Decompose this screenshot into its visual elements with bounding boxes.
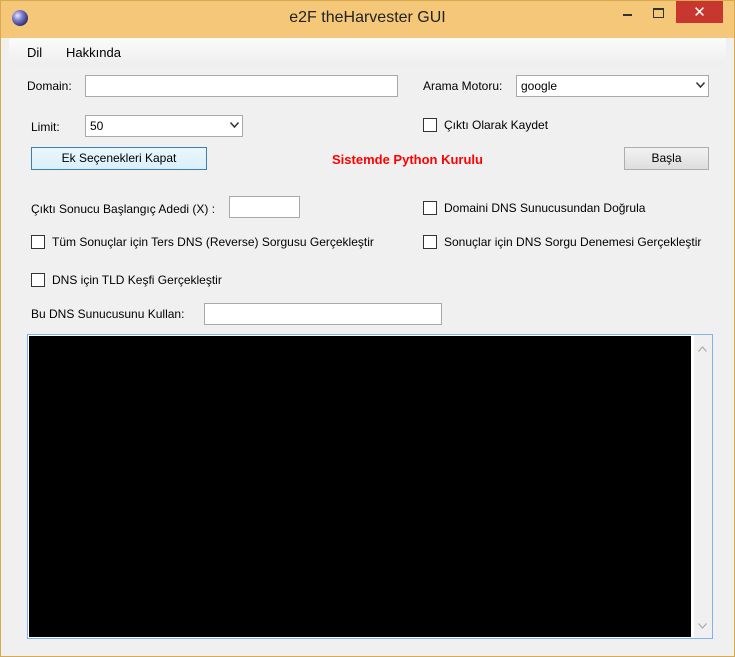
start-index-label: Çıktı Sonucu Başlangıç Adedi (X) : <box>31 202 216 216</box>
close-button[interactable]: ✕ <box>676 1 723 23</box>
output-console[interactable] <box>29 336 691 637</box>
menu-dil[interactable]: Dil <box>27 45 42 60</box>
dns-server-input[interactable] <box>204 303 442 325</box>
checkbox-box[interactable] <box>423 118 437 132</box>
vertical-scrollbar[interactable] <box>694 335 712 638</box>
dns-query-label: Sonuçlar için DNS Sorgu Denemesi Gerçekl… <box>444 235 702 249</box>
verify-dns-label: Domaini DNS Sunucusundan Doğrula <box>444 201 646 215</box>
domain-label: Domain: <box>27 79 72 93</box>
reverse-dns-label: Tüm Sonuçlar için Ters DNS (Reverse) Sor… <box>52 235 374 249</box>
limit-value: 50 <box>90 119 104 133</box>
tld-label: DNS için TLD Keşfi Gerçekleştir <box>52 273 222 287</box>
close-icon: ✕ <box>693 4 706 21</box>
python-status-text: Sistemde Python Kurulu <box>332 152 483 167</box>
save-output-label: Çıktı Olarak Kaydet <box>444 118 549 132</box>
output-panel <box>27 334 713 639</box>
domain-input[interactable] <box>85 75 398 97</box>
limit-select[interactable]: 50 <box>85 115 243 137</box>
chevron-down-icon <box>230 122 239 129</box>
menu-hakkinda[interactable]: Hakkında <box>66 45 121 60</box>
app-window: e2F theHarvester GUI ✕ Dil Hakkında Doma… <box>0 0 735 657</box>
dns-server-label: Bu DNS Sunucusunu Kullan: <box>31 307 185 321</box>
start-index-input[interactable] <box>229 196 300 218</box>
scroll-down-icon[interactable] <box>698 618 707 632</box>
start-button[interactable]: Başla <box>624 147 709 170</box>
scroll-up-icon[interactable] <box>698 341 707 355</box>
limit-label: Limit: <box>31 120 60 134</box>
toggle-options-button[interactable]: Ek Seçenekleri Kapat <box>31 147 207 170</box>
engine-label: Arama Motoru: <box>423 79 503 93</box>
engine-value: google <box>521 79 558 93</box>
checkbox-box[interactable] <box>31 273 45 287</box>
checkbox-box[interactable] <box>423 201 437 215</box>
checkbox-box[interactable] <box>423 235 437 249</box>
maximize-button[interactable] <box>643 1 673 23</box>
client-area: Dil Hakkında Domain: Arama Motoru: googl… <box>9 38 726 650</box>
chevron-down-icon <box>696 82 705 89</box>
checkbox-box[interactable] <box>31 235 45 249</box>
title-bar[interactable]: e2F theHarvester GUI ✕ <box>1 1 734 38</box>
minimize-button[interactable] <box>612 1 642 23</box>
engine-select[interactable]: google <box>516 75 709 97</box>
menu-bar: Dil Hakkında <box>9 38 726 65</box>
